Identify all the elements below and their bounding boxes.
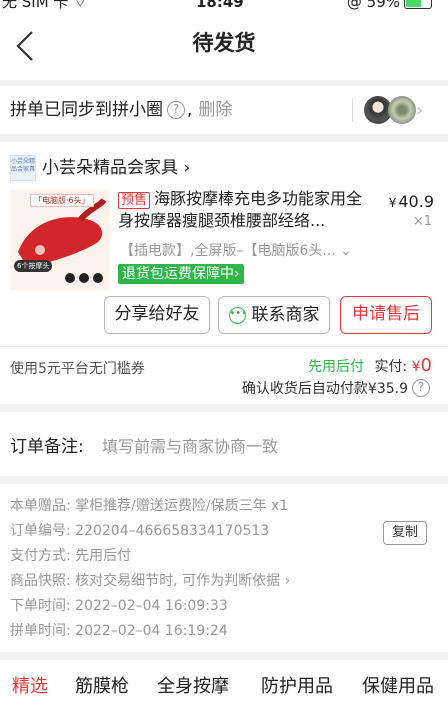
- remark-input[interactable]: 填写前需与商家协商一致: [102, 433, 278, 457]
- page-title: 待发货: [192, 31, 256, 55]
- help-icon[interactable]: ?: [167, 101, 185, 119]
- image-tag: 「电脑版·6头」: [30, 194, 94, 207]
- order-remark[interactable]: 订单备注: 填写前需与商家协商一致: [0, 412, 448, 476]
- group-time: 拼单时间: 2022–02–04 16:19:24: [10, 623, 228, 639]
- chevron-right-icon[interactable]: ›: [416, 100, 423, 121]
- tab-full-body-massage[interactable]: 全身按摩: [157, 674, 229, 700]
- battery-icon: [404, 0, 432, 9]
- tab-featured[interactable]: 精选: [12, 674, 48, 700]
- gift-info: 本单赠品: 掌柜推荐/赠送运费险/保质三年 x1: [10, 498, 289, 514]
- chevron-right-icon: ›: [183, 158, 191, 178]
- battery-text: @ 59%: [346, 0, 400, 11]
- share-button[interactable]: 分享给好友: [104, 296, 210, 334]
- divider: [0, 346, 448, 347]
- payment-method: 支付方式: 先用后付: [10, 548, 132, 564]
- contact-seller-button[interactable]: ••• 联系商家: [218, 296, 330, 334]
- presale-badge: 预售: [118, 192, 151, 209]
- shipping-guarantee-badge[interactable]: 退货包运费保障中›: [118, 264, 244, 284]
- battery-fill: [406, 0, 422, 7]
- tab-protective[interactable]: 防护用品: [261, 674, 333, 700]
- remark-label: 订单备注:: [10, 437, 84, 457]
- product-quantity: ×1: [412, 214, 432, 229]
- tab-massage-gun[interactable]: 筋膜枪: [75, 674, 129, 700]
- actual-paid-label: 实付:: [374, 359, 408, 375]
- order-card: 小芸朵精品会家具 小芸朵精品会家具 › 「电脑版·6头」 6个按摩头 预售 海豚按…: [0, 142, 448, 404]
- variant-selector[interactable]: 【插电款】,全屏版–【电脑版6头... ⌄: [120, 240, 364, 260]
- sync-text: 拼单已同步到拼小圈: [10, 100, 163, 120]
- order-info: 本单赠品: 掌柜推荐/赠送运费险/保质三年 x1 订单编号: 220204–46…: [0, 484, 448, 652]
- product-price: ¥40.9: [388, 192, 434, 211]
- chevron-right-icon: ›: [234, 266, 240, 282]
- comma: ,: [187, 100, 193, 120]
- shop-logo[interactable]: 小芸朵精品会家具: [10, 155, 36, 181]
- order-time: 下单时间: 2022–02–04 16:09:33: [10, 598, 228, 614]
- status-bar: 无 SIM 卡 ⌔ 18:49 @ 59%: [0, 0, 448, 14]
- nav-bar: 待发货: [0, 14, 448, 80]
- shop-name-link[interactable]: 小芸朵精品会家具 ›: [42, 156, 190, 180]
- carrier-label: 无 SIM 卡 ⌔: [2, 0, 88, 11]
- after-sales-button[interactable]: 申请售后: [340, 296, 432, 334]
- delete-link[interactable]: 删除: [198, 98, 232, 122]
- group-sync-bar[interactable]: 拼单已同步到拼小圈 ? , 删除 ›: [0, 86, 448, 134]
- snapshot-link[interactable]: 商品快照: 核对交易细节时, 可作为判断依据 ›: [10, 571, 290, 591]
- coupon-info: 使用5元平台无门槛券: [10, 361, 145, 377]
- pay-later-label: 先用后付: [308, 359, 364, 375]
- product-title[interactable]: 预售 海豚按摩棒充电多功能家用全身按摩器瘦腿颈椎腰部经络...: [118, 188, 368, 232]
- divider: [352, 98, 353, 122]
- chevron-down-icon: ⌄: [340, 243, 352, 259]
- product-image[interactable]: 「电脑版·6头」 6个按摩头: [10, 190, 110, 290]
- image-pill: 6个按摩头: [14, 260, 53, 272]
- actual-paid-amount: 0: [420, 355, 432, 376]
- order-number: 订单编号: 220204–466658334170513: [10, 523, 270, 539]
- avatar[interactable]: [388, 96, 416, 124]
- auto-pay-note: 确认收货后自动付款¥35.9 ?: [242, 378, 432, 398]
- help-icon[interactable]: ?: [412, 379, 430, 397]
- clock: 18:49: [196, 0, 244, 11]
- battery-indicator: @ 59%: [346, 0, 432, 11]
- payment-summary: 先用后付 实付: ¥0: [308, 355, 432, 376]
- copy-button[interactable]: 复制: [383, 521, 427, 545]
- chat-icon: •••: [228, 306, 247, 324]
- recommend-tabs: 精选 筋膜枪 全身按摩 防护用品 保健用品: [0, 660, 448, 710]
- tab-health[interactable]: 保健用品: [362, 674, 434, 700]
